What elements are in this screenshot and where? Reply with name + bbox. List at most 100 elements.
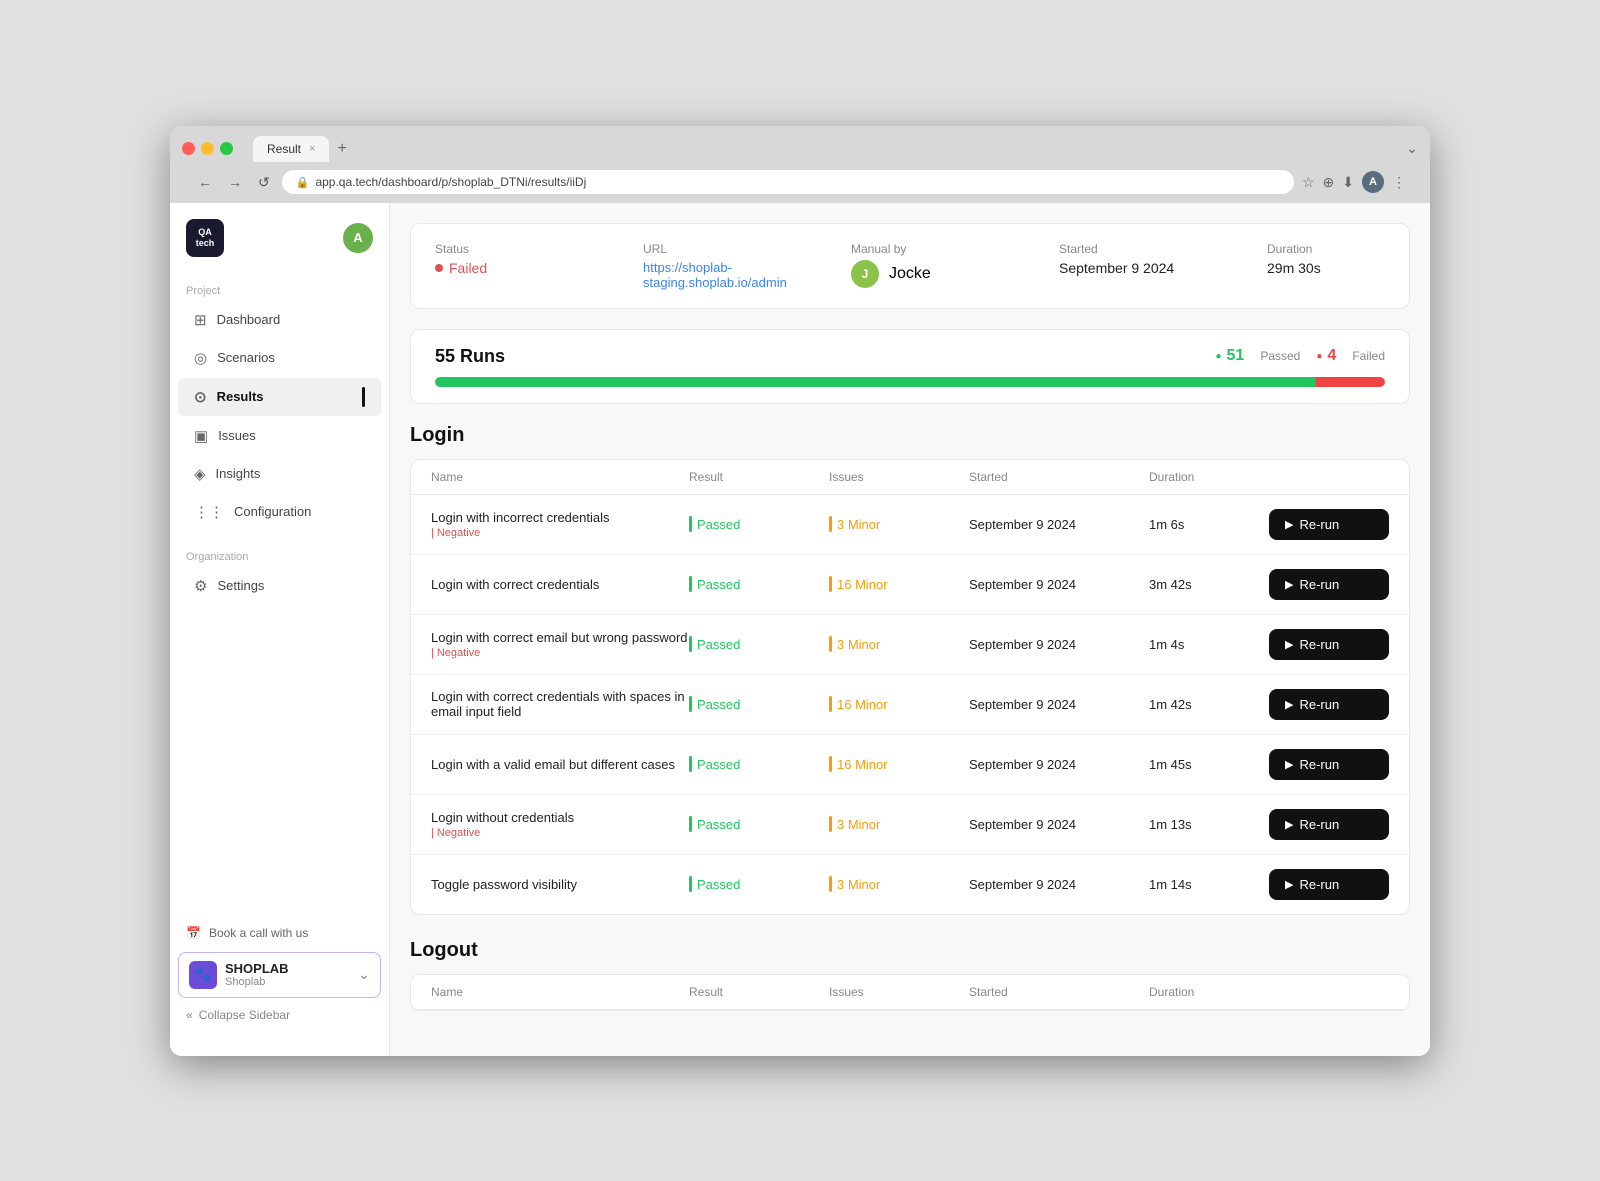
play-icon: ▶ [1285, 878, 1293, 891]
user-avatar[interactable]: A [343, 223, 373, 253]
sidebar-item-label-configuration: Configuration [234, 504, 311, 519]
url-section: URL https://shoplab-staging.shoplab.io/a… [643, 242, 763, 290]
login-section-title: Login [410, 424, 1410, 447]
started-1: September 9 2024 [969, 577, 1149, 592]
sidebar-item-label-issues: Issues [218, 428, 256, 443]
workspace-selector[interactable]: 🐾 SHOPLAB Shoplab ⌄ [178, 952, 381, 998]
table-row: Toggle password visibility Passed 3 Mino… [411, 855, 1409, 914]
logout-table-header: Name Result Issues Started Duration [411, 975, 1409, 1010]
extension-icon[interactable]: ⊕ [1323, 174, 1335, 191]
re-run-button-2[interactable]: ▶ Re-run [1269, 629, 1389, 660]
reload-button[interactable]: ↺ [254, 170, 274, 195]
login-results-table: Name Result Issues Started Duration Logi… [410, 459, 1410, 915]
row-name-6: Toggle password visibility [431, 877, 689, 892]
table-row: Login with incorrect credentials | Negat… [411, 495, 1409, 555]
menu-icon[interactable]: ⋮ [1392, 174, 1406, 191]
started-0: September 9 2024 [969, 517, 1149, 532]
browser-tab[interactable]: Result × [253, 136, 329, 162]
login-table-header: Name Result Issues Started Duration [411, 460, 1409, 495]
result-4: Passed [689, 756, 829, 772]
play-icon: ▶ [1285, 578, 1293, 591]
status-value: Failed [435, 260, 555, 276]
started-label: Started [1059, 242, 1179, 256]
tab-close-button[interactable]: × [309, 143, 315, 155]
traffic-light-yellow[interactable] [201, 142, 214, 155]
issues-3: 16 Minor [829, 696, 969, 712]
re-run-button-3[interactable]: ▶ Re-run [1269, 689, 1389, 720]
runs-card: 55 Runs ● 51 Passed ● 4 Failed [410, 329, 1410, 404]
traffic-light-red[interactable] [182, 142, 195, 155]
play-icon: ▶ [1285, 518, 1293, 531]
logout-col-result: Result [689, 985, 829, 999]
sidebar-item-configuration[interactable]: ⋮⋮ Configuration [178, 494, 381, 530]
logo: QAtech [186, 219, 224, 257]
book-call-link[interactable]: 📅 Book a call with us [178, 918, 381, 948]
started-4: September 9 2024 [969, 757, 1149, 772]
col-result: Result [689, 470, 829, 484]
re-run-button-4[interactable]: ▶ Re-run [1269, 749, 1389, 780]
row-name-1: Login with correct credentials [431, 577, 689, 592]
row-negative-2: | Negative [431, 647, 689, 659]
status-card: Status Failed URL https://shoplab-stagin… [410, 223, 1410, 309]
row-negative-5: | Negative [431, 827, 689, 839]
lock-icon: 🔒 [296, 176, 310, 189]
workspace-name: SHOPLAB [225, 961, 350, 976]
manual-name: Jocke [889, 265, 931, 283]
passed-stat: ● 51 [1215, 347, 1244, 365]
sidebar-item-label-insights: Insights [216, 466, 261, 481]
status-label: Status [435, 242, 555, 256]
result-6: Passed [689, 876, 829, 892]
result-0: Passed [689, 516, 829, 532]
failed-label: Failed [1352, 349, 1385, 363]
sidebar-item-scenarios[interactable]: ◎ Scenarios [178, 340, 381, 376]
row-negative-0: | Negative [431, 527, 689, 539]
passed-count: 51 [1227, 347, 1245, 365]
url-label: URL [643, 242, 763, 256]
table-row: Login with correct credentials with spac… [411, 675, 1409, 735]
sidebar-item-results[interactable]: ⊙ Results [178, 378, 381, 416]
new-tab-button[interactable]: + [333, 136, 350, 162]
col-name: Name [431, 470, 689, 484]
re-run-button-6[interactable]: ▶ Re-run [1269, 869, 1389, 900]
dashboard-icon: ⊞ [194, 311, 207, 329]
address-bar[interactable]: 🔒 app.qa.tech/dashboard/p/shoplab_DTNi/r… [282, 170, 1294, 194]
sidebar-item-label-results: Results [217, 389, 264, 404]
failed-count: 4 [1327, 347, 1336, 365]
tab-title: Result [267, 142, 301, 156]
play-icon: ▶ [1285, 698, 1293, 711]
sidebar-item-issues[interactable]: ▣ Issues [178, 418, 381, 454]
back-button[interactable]: ← [194, 170, 216, 194]
logout-col-duration: Duration [1149, 985, 1269, 999]
sidebar-item-settings[interactable]: ⚙ Settings [178, 568, 381, 604]
re-run-button-0[interactable]: ▶ Re-run [1269, 509, 1389, 540]
sidebar-item-dashboard[interactable]: ⊞ Dashboard [178, 302, 381, 338]
user-avatar-browser[interactable]: A [1362, 171, 1384, 193]
window-expand-icon: ⌄ [1406, 140, 1418, 157]
logout-section-title: Logout [410, 939, 1410, 962]
issues-0: 3 Minor [829, 516, 969, 532]
book-call-label: Book a call with us [209, 926, 308, 940]
collapse-icon: « [186, 1008, 193, 1022]
logout-col-action [1269, 985, 1389, 999]
main-content: Status Failed URL https://shoplab-stagin… [390, 203, 1430, 1056]
forward-button[interactable]: → [224, 170, 246, 194]
issues-6: 3 Minor [829, 876, 969, 892]
re-run-button-5[interactable]: ▶ Re-run [1269, 809, 1389, 840]
sidebar-item-insights[interactable]: ◈ Insights [178, 456, 381, 492]
url-link[interactable]: https://shoplab-staging.shoplab.io/admin [643, 260, 763, 290]
sidebar-item-label-scenarios: Scenarios [217, 350, 275, 365]
re-run-button-1[interactable]: ▶ Re-run [1269, 569, 1389, 600]
collapse-sidebar-button[interactable]: « Collapse Sidebar [178, 1002, 381, 1028]
logout-col-started: Started [969, 985, 1149, 999]
result-3: Passed [689, 696, 829, 712]
calendar-icon: 📅 [186, 926, 201, 940]
issues-icon: ▣ [194, 427, 208, 445]
result-1: Passed [689, 576, 829, 592]
bookmark-icon[interactable]: ☆ [1302, 174, 1315, 191]
configuration-icon: ⋮⋮ [194, 503, 224, 521]
workspace-info: SHOPLAB Shoplab [225, 961, 350, 988]
traffic-light-green[interactable] [220, 142, 233, 155]
active-indicator [362, 387, 365, 407]
row-name-2: Login with correct email but wrong passw… [431, 630, 689, 659]
download-icon[interactable]: ⬇ [1342, 174, 1354, 191]
